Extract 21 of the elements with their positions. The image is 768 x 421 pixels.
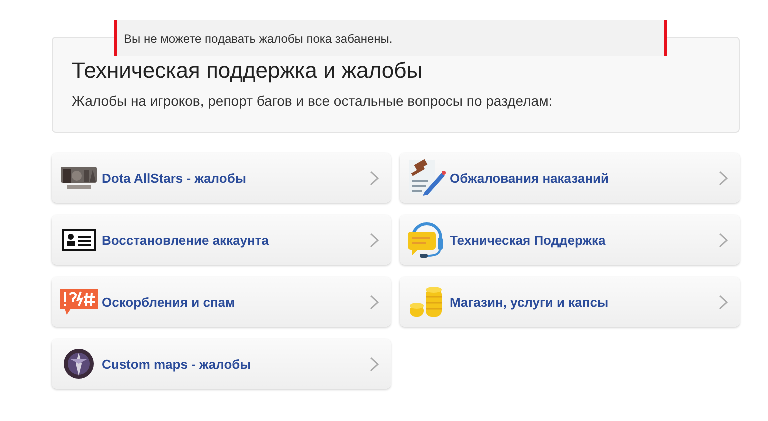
section-link[interactable]: Магазин, услуги и капсы	[400, 277, 740, 327]
id-card-icon	[62, 227, 96, 253]
chevron-right-icon	[370, 294, 379, 310]
section-link[interactable]: Оскорбления и спам	[52, 277, 391, 327]
gavel-pencil-icon	[407, 158, 447, 198]
section-link[interactable]: Обжалования наказаний	[400, 153, 740, 203]
page-subtitle: Жалобы на игроков, репорт багов и все остальные вопросы по разделам:	[72, 93, 554, 109]
symbols-bubble-icon	[59, 287, 99, 317]
section-link[interactable]: Техническая Поддержка	[400, 215, 740, 265]
emblem-icon	[62, 347, 96, 381]
section-link[interactable]: Custom maps - жалобы	[52, 339, 391, 389]
chevron-right-icon	[370, 232, 379, 248]
ban-alert: Вы не можете подавать жалобы пока забанены.	[114, 20, 667, 56]
section-link[interactable]: Dota AllStars - жалобы	[52, 153, 391, 203]
chevron-right-icon	[370, 170, 379, 186]
page-title: Техническая поддержка и жалобы	[72, 59, 424, 83]
chevron-right-icon	[719, 232, 728, 248]
chevron-right-icon	[719, 170, 728, 186]
chevron-right-icon	[370, 356, 379, 372]
chevron-right-icon	[719, 294, 728, 310]
section-link[interactable]: Восстановление аккаунта	[52, 215, 391, 265]
